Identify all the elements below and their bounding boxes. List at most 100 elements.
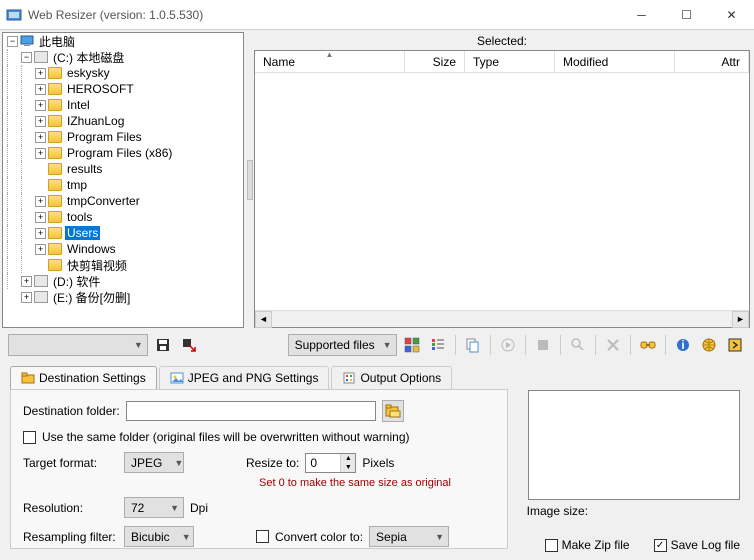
tree-node-folder[interactable]: + Intel: [3, 97, 243, 113]
toolbar: ▼ Supported files▼ i: [0, 330, 754, 360]
expander[interactable]: +: [35, 228, 46, 239]
web-icon[interactable]: [698, 334, 720, 356]
settings-panel: Destination folder: Use the same folder …: [10, 389, 508, 549]
tree-node-folder[interactable]: + IZhuanLog: [3, 113, 243, 129]
save-icon[interactable]: [152, 334, 174, 356]
resample-select[interactable]: Bicubic▼: [124, 526, 194, 547]
tree-node-computer[interactable]: 此电脑: [37, 33, 77, 50]
tab-jpeg-png[interactable]: JPEG and PNG Settings: [159, 366, 330, 389]
same-folder-label: Use the same folder (original files will…: [42, 430, 410, 444]
expander[interactable]: +: [35, 68, 46, 79]
col-modified[interactable]: Modified: [555, 51, 675, 72]
supported-files-combo[interactable]: Supported files▼: [288, 334, 398, 356]
spin-down-icon[interactable]: ▼: [341, 463, 355, 472]
thumbnails-icon[interactable]: [401, 334, 423, 356]
link-icon[interactable]: [637, 334, 659, 356]
spin-up-icon[interactable]: ▲: [341, 454, 355, 463]
tree-label[interactable]: Program Files: [65, 130, 144, 144]
computer-icon: [20, 35, 34, 47]
scroll-left-icon[interactable]: ◄: [255, 311, 272, 328]
tree-node-folder[interactable]: + Program Files (x86): [3, 145, 243, 161]
tree-label[interactable]: tools: [65, 210, 94, 224]
play-icon[interactable]: [497, 334, 519, 356]
copy-icon[interactable]: [462, 334, 484, 356]
convert-color-checkbox[interactable]: [256, 530, 269, 543]
h-scrollbar[interactable]: ◄ ►: [255, 310, 749, 327]
folder-icon: [48, 99, 62, 111]
tree-label[interactable]: IZhuanLog: [65, 114, 126, 128]
file-list[interactable]: Name▲ Size Type Modified Attr ◄ ►: [254, 50, 750, 328]
resolution-select[interactable]: 72▼: [124, 497, 184, 518]
col-size[interactable]: Size: [405, 51, 465, 72]
expander[interactable]: +: [35, 100, 46, 111]
stop-icon[interactable]: [532, 334, 554, 356]
scroll-right-icon[interactable]: ►: [732, 311, 749, 328]
tree-label[interactable]: Users: [65, 226, 100, 240]
browse-button[interactable]: [382, 400, 404, 422]
expander[interactable]: +: [35, 244, 46, 255]
expander[interactable]: +: [35, 132, 46, 143]
tree-label[interactable]: Windows: [65, 242, 118, 256]
save-log-checkbox[interactable]: ✓: [654, 539, 667, 552]
tree-node-folder[interactable]: + Users: [3, 225, 243, 241]
tree-node-folder[interactable]: + eskysky: [3, 65, 243, 81]
tree-node-folder[interactable]: + HEROSOFT: [3, 81, 243, 97]
col-name[interactable]: Name▲: [255, 51, 405, 72]
tree-node-folder[interactable]: + tmpConverter: [3, 193, 243, 209]
file-list-header: Name▲ Size Type Modified Attr: [255, 51, 749, 73]
tree-node-folder[interactable]: + Windows: [3, 241, 243, 257]
resize-label: Resize to:: [246, 456, 299, 470]
tree-node-drive-c[interactable]: (C:) 本地磁盘: [51, 49, 126, 66]
tree-node-folder[interactable]: + tools: [3, 209, 243, 225]
tree-node-drive-e[interactable]: (E:) 备份[勿删]: [51, 289, 132, 306]
target-format-select[interactable]: JPEG▼: [124, 452, 184, 473]
tree-label[interactable]: eskysky: [65, 66, 112, 80]
expander[interactable]: +: [35, 212, 46, 223]
folder-icon: [48, 83, 62, 95]
tree-label[interactable]: Program Files (x86): [65, 146, 174, 160]
expander[interactable]: +: [21, 276, 32, 287]
tree-node-folder[interactable]: + Program Files: [3, 129, 243, 145]
make-zip-label: Make Zip file: [562, 538, 630, 552]
minimize-button[interactable]: ─: [619, 0, 664, 30]
delete-icon[interactable]: [602, 334, 624, 356]
same-folder-checkbox[interactable]: [23, 431, 36, 444]
tree-node-folder[interactable]: 快剪辑视频: [3, 257, 243, 273]
info-icon[interactable]: i: [672, 334, 694, 356]
tree-node-folder[interactable]: results: [3, 161, 243, 177]
close-button[interactable]: ✕: [709, 0, 754, 30]
make-zip-checkbox[interactable]: [545, 539, 558, 552]
exit-icon[interactable]: [724, 334, 746, 356]
filter-combo[interactable]: ▼: [8, 334, 148, 356]
convert-color-select[interactable]: Sepia▼: [369, 526, 449, 547]
tab-output[interactable]: Output Options: [331, 366, 452, 389]
tree-label[interactable]: HEROSOFT: [65, 82, 136, 96]
expander[interactable]: −: [21, 52, 32, 63]
tree-label[interactable]: Intel: [65, 98, 92, 112]
tree-node-folder[interactable]: tmp: [3, 177, 243, 193]
dest-folder-input[interactable]: [126, 401, 376, 421]
zoom-icon[interactable]: [567, 334, 589, 356]
list-icon[interactable]: [427, 334, 449, 356]
tree-label[interactable]: 快剪辑视频: [65, 257, 129, 274]
tree-label[interactable]: tmp: [65, 178, 89, 192]
folder-icon: [48, 131, 62, 143]
folder-icon: [48, 195, 62, 207]
tree-node-drive-d[interactable]: (D:) 软件: [51, 273, 102, 290]
expander[interactable]: +: [35, 196, 46, 207]
col-attr[interactable]: Attr: [675, 51, 749, 72]
splitter[interactable]: [246, 30, 254, 330]
tree-label[interactable]: results: [65, 162, 104, 176]
expander[interactable]: +: [35, 84, 46, 95]
expander[interactable]: +: [35, 116, 46, 127]
expander[interactable]: −: [7, 36, 18, 47]
resize-spinner[interactable]: ▲▼: [305, 453, 356, 473]
tab-destination[interactable]: Destination Settings: [10, 366, 157, 389]
expander[interactable]: +: [35, 148, 46, 159]
folder-tree[interactable]: −此电脑 −(C:) 本地磁盘 +eskysky+HEROSOFT+Intel+…: [2, 32, 244, 328]
maximize-button[interactable]: ☐: [664, 0, 709, 30]
expander[interactable]: +: [21, 292, 32, 303]
tree-label[interactable]: tmpConverter: [65, 194, 142, 208]
col-type[interactable]: Type: [465, 51, 555, 72]
export-icon[interactable]: [178, 334, 200, 356]
